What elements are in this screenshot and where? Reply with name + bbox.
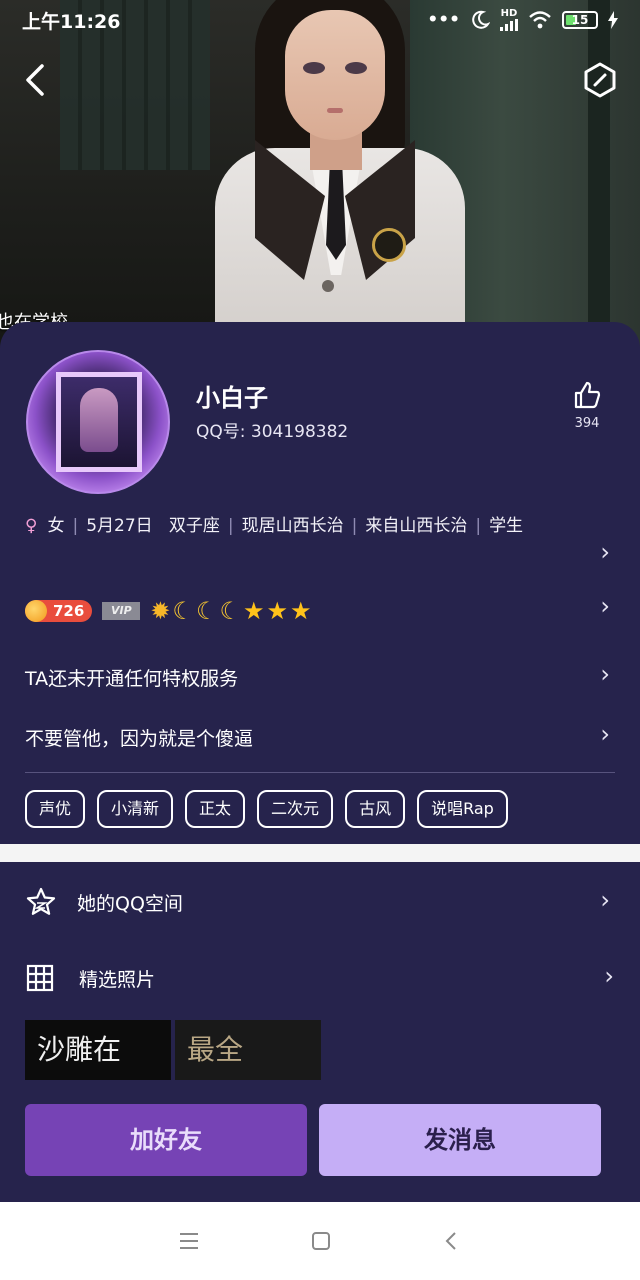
profile-info-row[interactable]: ♀ 女 | 5月27日 双子座 | 现居山西长治 | 来自山西长治 | 学生 — [25, 510, 595, 542]
photos-label: 精选照片 — [79, 968, 156, 991]
chevron-right-icon: › — [600, 886, 610, 914]
star-outline-icon — [26, 887, 56, 915]
star-icon: ★ — [290, 597, 314, 625]
avatar-figure — [80, 388, 118, 452]
more-signal-icon: ••• — [427, 10, 460, 30]
profile-name: 小白子 — [196, 384, 268, 412]
menu-icon[interactable] — [178, 1231, 200, 1251]
moon-icon: ☾ — [195, 597, 220, 625]
charging-icon — [608, 11, 618, 29]
avatar[interactable] — [26, 350, 170, 494]
links-section: 她的QQ空间 › 精选照片 › 沙雕在 最全 加好友 发消息 — [0, 862, 640, 1202]
qzone-label: 她的QQ空间 — [77, 892, 183, 915]
battery-icon: 15 — [562, 11, 598, 29]
school-badge — [372, 228, 406, 262]
qzone-row[interactable]: 她的QQ空间 — [25, 882, 615, 922]
jacket-button — [322, 280, 334, 292]
coin-icon — [25, 600, 47, 622]
qq-number: QQ号: 304198382 — [196, 422, 349, 442]
character-eye-left — [303, 62, 325, 74]
occupation: 学生 — [489, 516, 524, 536]
tag-item[interactable]: 古风 — [345, 790, 406, 828]
female-icon: ♀ — [25, 516, 38, 536]
signature-row[interactable]: 不要管他，因为就是个傻逼 — [25, 724, 253, 751]
sun-icon: ✹ — [150, 597, 173, 625]
back-arrow-icon — [26, 64, 44, 96]
moon-icon — [472, 10, 490, 29]
home-icon[interactable] — [310, 1230, 332, 1252]
grid-icon — [26, 964, 54, 992]
photo-thumbnails: 沙雕在 最全 — [25, 1020, 321, 1080]
chevron-right-icon: › — [600, 592, 610, 620]
hd-signal-icon: HD — [500, 9, 518, 31]
section-gap — [0, 844, 640, 862]
vip-badge: VIP — [102, 602, 141, 620]
wifi-icon — [529, 11, 551, 29]
chevron-right-icon: › — [604, 962, 614, 990]
privilege-row[interactable]: TA还未开通任何特权服务 — [25, 664, 238, 691]
residence: 现居山西长治 — [241, 516, 344, 536]
chevron-right-icon: › — [600, 660, 610, 688]
separator: | — [227, 516, 234, 536]
photo-thumbnail[interactable]: 沙雕在 — [25, 1020, 171, 1080]
hometown: 来自山西长治 — [365, 516, 468, 536]
coin-count: 726 — [53, 602, 85, 620]
status-time: 上午11:26 — [22, 10, 121, 33]
photo-thumbnail[interactable]: 最全 — [175, 1020, 321, 1080]
door-frame — [588, 0, 610, 360]
status-icons: ••• HD 15 — [427, 9, 618, 31]
star-icon: ★ — [266, 597, 290, 625]
tag-item[interactable]: 二次元 — [257, 790, 334, 828]
moon-icon: ☾ — [172, 597, 196, 625]
tag-item[interactable]: 小清新 — [97, 790, 174, 828]
settings-button[interactable] — [582, 60, 618, 100]
like-button[interactable]: 394 — [564, 380, 610, 431]
back-icon[interactable] — [442, 1230, 462, 1252]
send-message-button[interactable]: 发消息 — [319, 1104, 601, 1176]
gender: 女 — [47, 516, 65, 536]
tag-item[interactable]: 说唱Rap — [417, 790, 508, 828]
coin-badge: 726 — [25, 600, 93, 622]
like-count: 394 — [574, 416, 600, 431]
level-row[interactable]: 726 VIP ✹☾☾☾★★★ — [25, 596, 314, 626]
tag-item[interactable]: 正太 — [185, 790, 246, 828]
separator: | — [351, 516, 358, 536]
cover-photo[interactable]: 也在学校 — [0, 0, 640, 360]
tag-list: 声优 小清新 正太 二次元 古风 说唱Rap — [25, 790, 508, 828]
character-eye-right — [345, 62, 367, 74]
zodiac: 双子座 — [168, 516, 220, 536]
level-icons: ✹☾☾☾★★★ — [150, 597, 313, 625]
hexagon-settings-icon — [584, 62, 616, 98]
back-button[interactable] — [20, 60, 56, 100]
star-icon: ★ — [242, 597, 267, 625]
separator: | — [72, 516, 79, 536]
action-buttons: 加好友 发消息 — [25, 1104, 601, 1176]
profile-card: 小白子 QQ号: 304198382 394 ♀ 女 | 5月27日 双子座 | 现居山西… — [0, 322, 640, 844]
tag-item[interactable]: 声优 — [25, 790, 86, 828]
thumbs-up-icon — [574, 381, 601, 409]
divider — [25, 772, 615, 773]
photos-row[interactable]: 精选照片 — [25, 958, 615, 998]
moon-icon: ☾ — [219, 597, 243, 625]
add-friend-button[interactable]: 加好友 — [25, 1104, 307, 1176]
chevron-right-icon: › — [600, 720, 610, 748]
birthday: 5月27日 — [86, 516, 153, 536]
chevron-right-icon: › — [600, 538, 610, 566]
character-mouth — [327, 108, 343, 113]
separator: | — [475, 516, 482, 536]
system-navigation-bar — [0, 1202, 640, 1280]
status-bar: 上午11:26 ••• HD 15 — [0, 0, 640, 40]
